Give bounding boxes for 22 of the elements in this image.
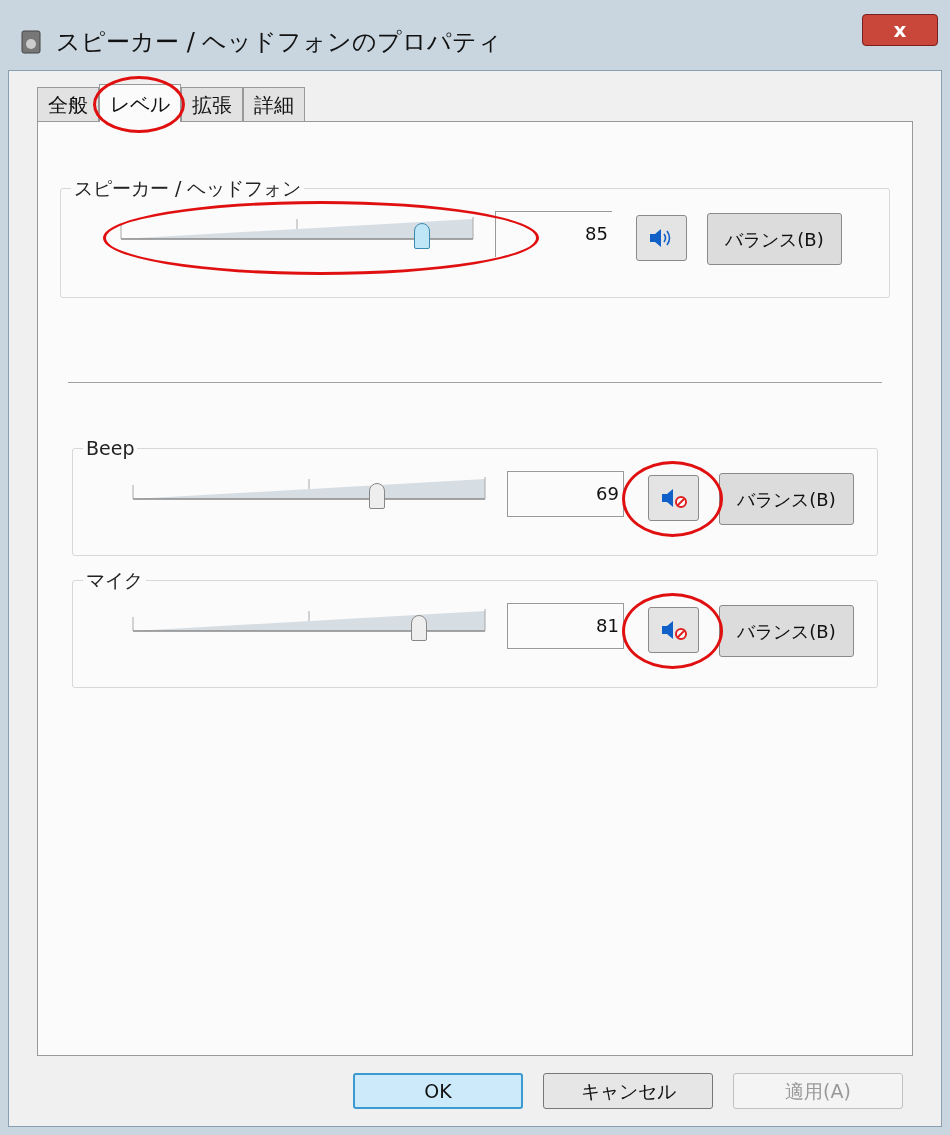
mute-button[interactable]: [648, 475, 699, 521]
value-field[interactable]: 81: [507, 603, 624, 649]
slider-thumb[interactable]: [411, 615, 428, 641]
mute-button[interactable]: [636, 215, 687, 261]
balance-button[interactable]: バランス(B): [707, 213, 842, 265]
muted-speaker-icon: [659, 619, 688, 641]
close-button[interactable]: x: [862, 14, 938, 46]
tab[interactable]: 詳細: [243, 87, 305, 121]
mute-button[interactable]: [648, 607, 699, 653]
dialog-button[interactable]: OK: [353, 1073, 523, 1109]
tab[interactable]: 全般: [37, 87, 99, 121]
balance-button[interactable]: バランス(B): [719, 605, 854, 657]
value-field[interactable]: 69: [507, 471, 624, 517]
balance-button[interactable]: バランス(B): [719, 473, 854, 525]
window-title: スピーカー / ヘッドフォンのプロパティ: [56, 27, 503, 58]
tab[interactable]: レベル: [99, 84, 181, 122]
tab[interactable]: 拡張: [181, 87, 243, 121]
dialog-button[interactable]: キャンセル: [543, 1073, 713, 1109]
value-field[interactable]: 85: [495, 211, 612, 257]
slider-thumb[interactable]: [368, 483, 385, 509]
muted-speaker-icon: [659, 487, 688, 509]
speaker-device-icon: [20, 29, 42, 55]
